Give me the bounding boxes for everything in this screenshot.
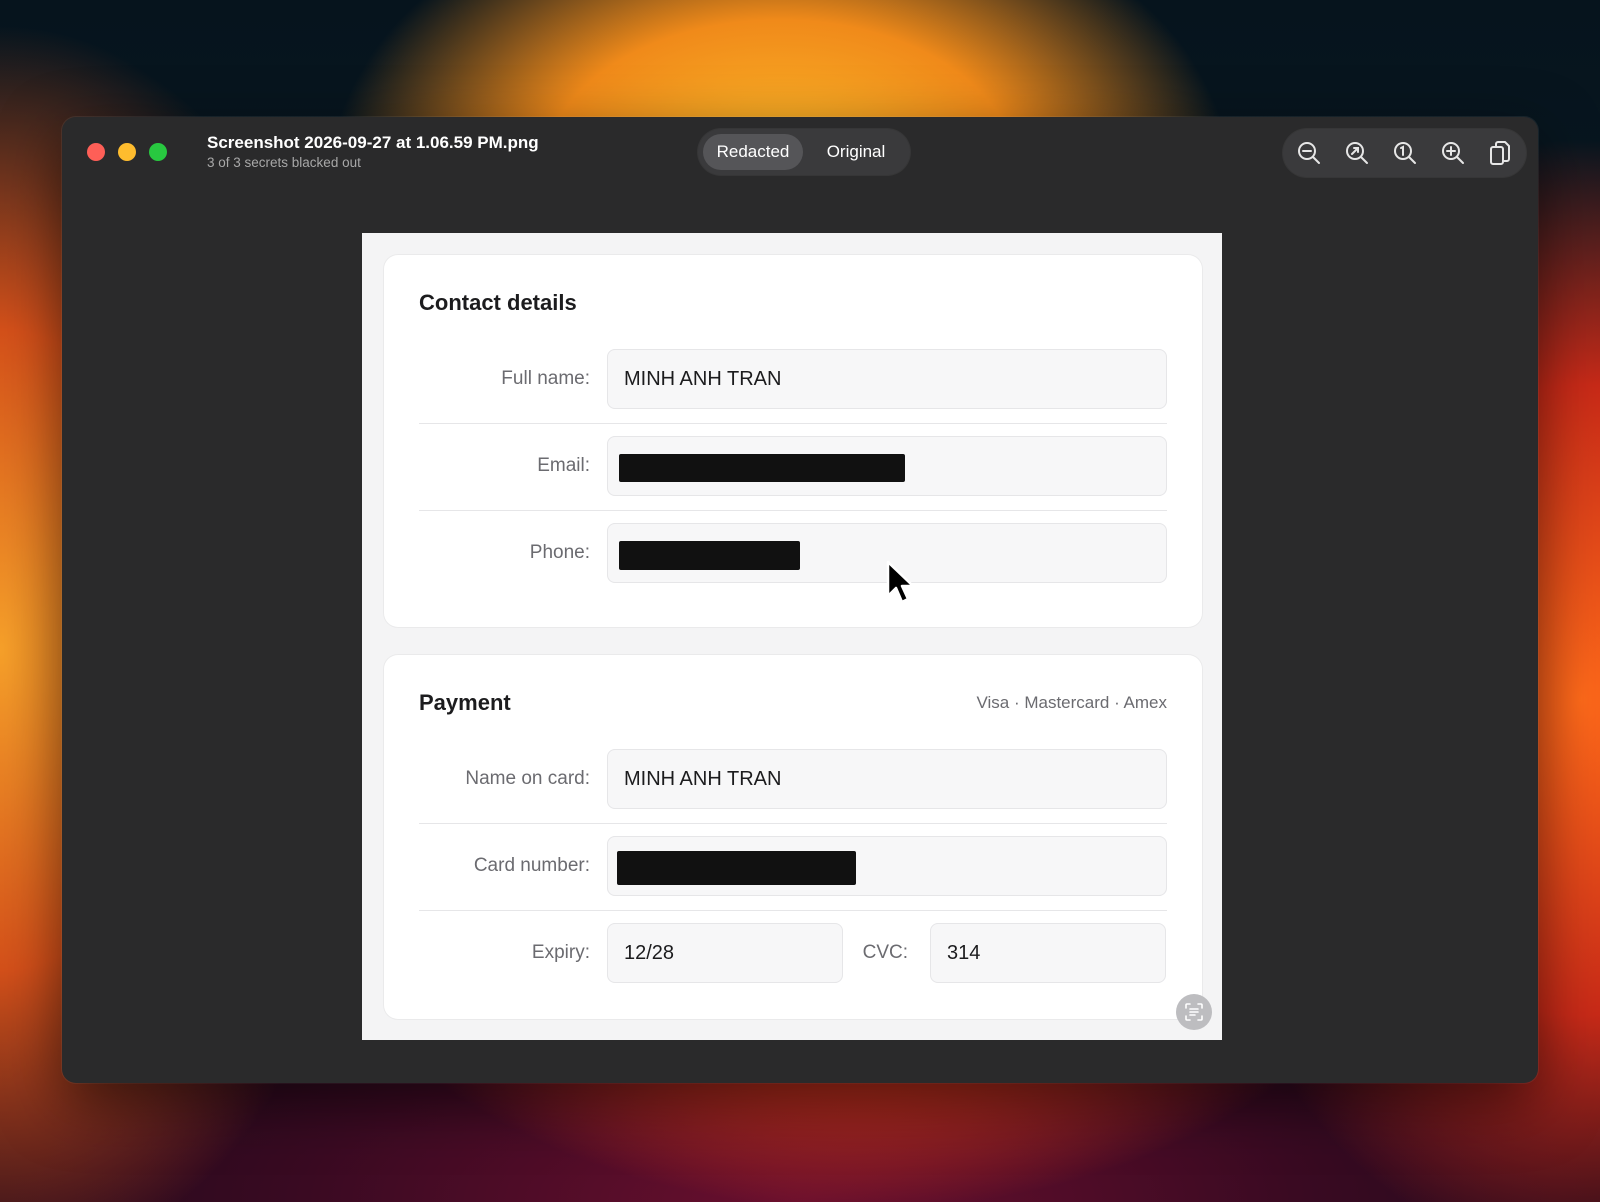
preview-window: Screenshot 2026-09-27 at 1.06.59 PM.png … <box>62 117 1538 1083</box>
divider <box>419 423 1167 424</box>
contact-details-title: Contact details <box>419 290 577 315</box>
mouse-pointer-icon <box>886 560 915 604</box>
window-title: Screenshot 2026-09-27 at 1.06.59 PM.png <box>207 133 539 152</box>
cvc-field: 314 <box>930 923 1166 983</box>
zoom-to-fit-icon[interactable] <box>1343 139 1371 167</box>
phone-label: Phone: <box>529 542 590 563</box>
email-redaction-bar <box>619 454 905 482</box>
expiry-value: 12/28 <box>624 942 675 964</box>
card-number-redaction-bar <box>617 851 856 885</box>
payment-title: Payment <box>419 690 511 715</box>
divider <box>419 910 1167 911</box>
redacted-document-preview: Contact details Full name: MINH ANH TRAN… <box>362 233 1222 1040</box>
divider <box>419 823 1167 824</box>
contact-details-card: Contact details Full name: MINH ANH TRAN… <box>384 255 1202 627</box>
full-name-value: MINH ANH TRAN <box>624 368 782 390</box>
email-label: Email: <box>537 455 590 476</box>
expiry-label: Expiry: <box>531 942 590 963</box>
email-field <box>607 436 1167 496</box>
copy-icon[interactable] <box>1486 139 1514 167</box>
expiry-field: 12/28 <box>607 923 843 983</box>
redacted-segment[interactable]: Redacted <box>703 134 803 170</box>
live-text-icon <box>1185 1003 1203 1021</box>
full-name-field: MINH ANH TRAN <box>607 349 1167 409</box>
accepted-card-brands: Visa · Mastercard · Amex <box>976 693 1167 712</box>
actual-size-icon[interactable] <box>1391 139 1419 167</box>
name-on-card-field: MINH ANH TRAN <box>607 749 1167 809</box>
payment-card: Payment Visa · Mastercard · Amex Name on… <box>384 655 1202 1019</box>
window-subtitle: 3 of 3 secrets blacked out <box>207 155 361 170</box>
name-on-card-label: Name on card: <box>465 768 590 789</box>
maximize-window-button[interactable] <box>149 143 167 161</box>
close-window-button[interactable] <box>87 143 105 161</box>
zoom-in-icon[interactable] <box>1439 139 1467 167</box>
card-number-field <box>607 836 1167 896</box>
phone-redaction-bar <box>619 541 800 570</box>
full-name-label: Full name: <box>501 368 590 389</box>
zoom-out-icon[interactable] <box>1295 139 1323 167</box>
card-number-label: Card number: <box>473 855 590 876</box>
live-text-button[interactable] <box>1176 994 1212 1030</box>
view-mode-segmented-control: Redacted Original <box>698 129 910 175</box>
cvc-label: CVC: <box>862 942 908 963</box>
original-segment[interactable]: Original <box>806 134 906 170</box>
cvc-value: 314 <box>947 942 981 964</box>
toolbar <box>1283 129 1526 177</box>
divider <box>419 510 1167 511</box>
minimize-window-button[interactable] <box>118 143 136 161</box>
name-on-card-value: MINH ANH TRAN <box>624 768 782 790</box>
